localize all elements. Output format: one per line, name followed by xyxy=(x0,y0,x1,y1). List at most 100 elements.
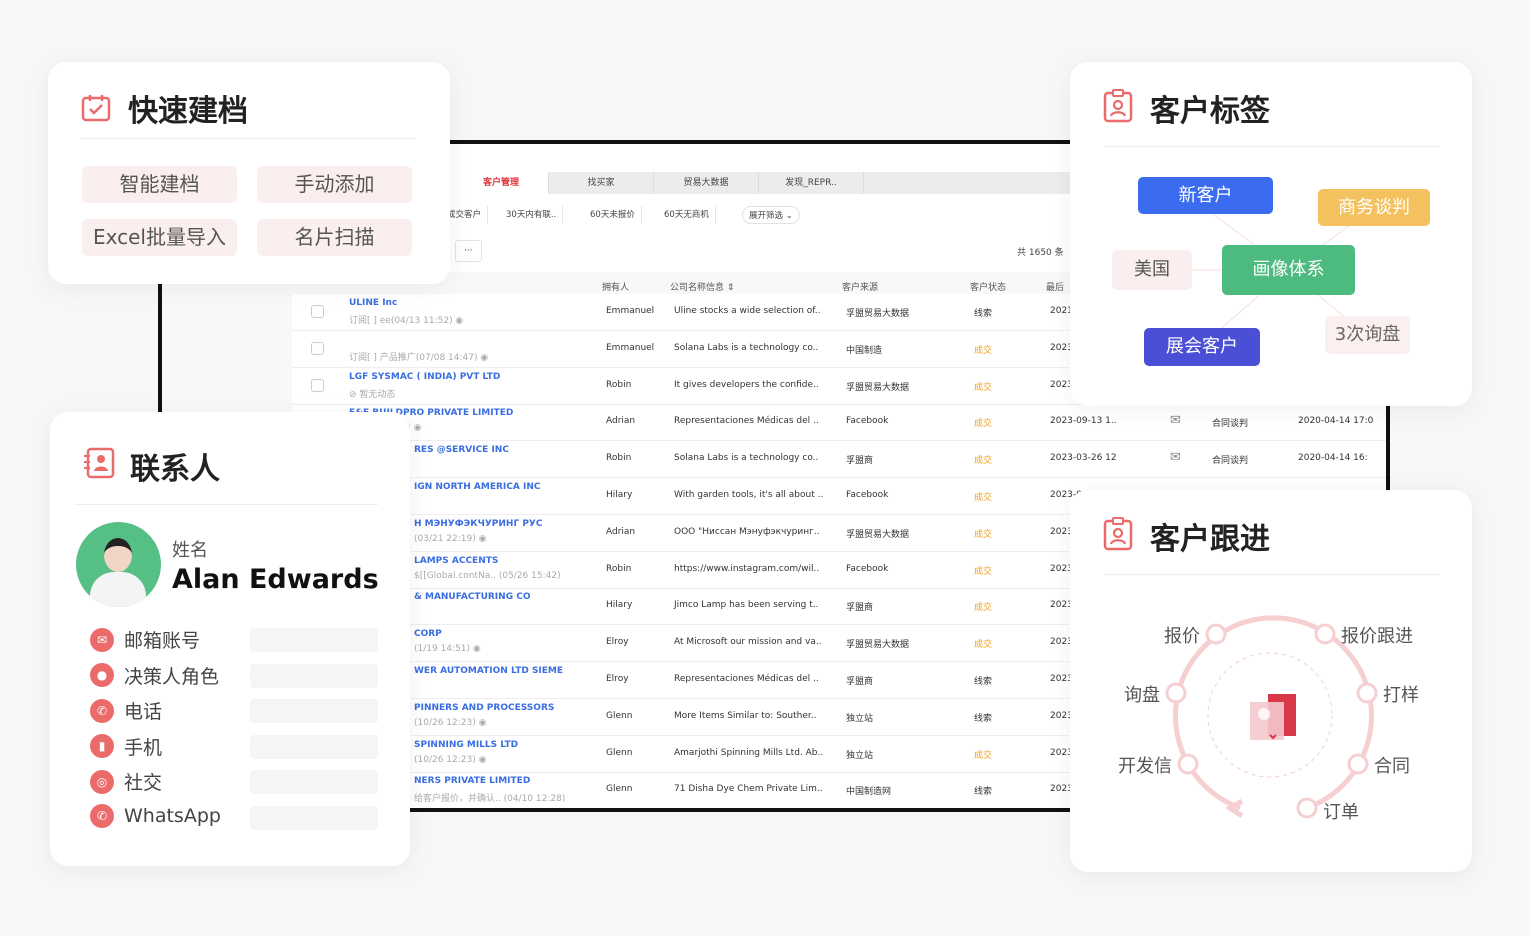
activity-text: 订阅[ ] ee(04/13 11:52) ◉ xyxy=(349,316,464,326)
tag-usa[interactable]: 美国 xyxy=(1112,250,1192,290)
tab-2[interactable]: 贸易大数据 xyxy=(654,172,759,194)
row-checkbox[interactable] xyxy=(311,378,324,392)
last-contact-date: 2023-09-13 1.. xyxy=(1050,416,1117,427)
tab-0[interactable]: 客户管理 xyxy=(454,172,549,194)
field-value-input[interactable] xyxy=(250,699,378,723)
source: Facebook xyxy=(846,490,889,500)
owner: Elroy xyxy=(606,637,629,648)
field-value-input[interactable] xyxy=(250,663,378,688)
card-title: 快速建档 xyxy=(128,94,248,129)
contact-field-2: ✆ 电话 xyxy=(90,697,162,724)
company-name-link[interactable]: RES @SERVICE INC xyxy=(414,445,509,455)
step-label: 报价 xyxy=(1164,626,1200,647)
step-label: 订单 xyxy=(1323,802,1359,823)
company-name-link[interactable]: LGF SYSMAC ( INDIA) PVT LTD xyxy=(349,372,500,382)
company-name-link[interactable]: PINNERS AND PROCESSORS xyxy=(414,703,554,713)
status: 成交 xyxy=(974,640,993,651)
field-label: WhatsApp xyxy=(124,804,221,827)
column-header: 最后 xyxy=(1046,283,1065,293)
company-description: 71 Disha Dye Chem Private Lim.. xyxy=(674,784,823,795)
status: 线索 xyxy=(974,677,993,687)
tag-new-customer[interactable]: 新客户 xyxy=(1138,177,1273,214)
company-name-link[interactable]: WER AUTOMATION LTD SIEME xyxy=(414,666,563,676)
company-description: Representaciones Médicas del .. xyxy=(674,674,819,684)
owner: Elroy xyxy=(606,674,629,684)
filter-chip[interactable]: 30天内有联.. xyxy=(500,206,564,224)
company-name-link[interactable]: & MANUFACTURING CO xyxy=(414,592,530,602)
company-name-link[interactable]: NERS PRIVATE LIMITED xyxy=(414,776,530,786)
activity-text: (10/26 12:23) ◉ xyxy=(414,754,487,765)
tab-3[interactable]: 发现_REPR.. xyxy=(759,172,864,194)
row-checkbox[interactable] xyxy=(311,305,324,318)
company-description: It gives developers the confide.. xyxy=(674,379,819,390)
tag-profile-system[interactable]: 画像体系 xyxy=(1222,245,1355,295)
calendar-check-icon xyxy=(81,95,111,122)
excel-import-button[interactable]: Excel批量导入 xyxy=(82,219,237,256)
source: 孚盟贸易大数据 xyxy=(846,382,910,393)
owner: Emmanuel xyxy=(606,306,655,316)
filter-chip[interactable]: 展开筛选 ⌄ xyxy=(742,206,800,224)
field-value-input[interactable] xyxy=(250,770,378,794)
company-name-link[interactable]: H МЭНУФЭКЧУРИНГ РУС xyxy=(414,519,542,529)
company-description: Jimco Lamp has been serving t.. xyxy=(674,600,819,611)
source: 中国制造网 xyxy=(846,787,892,798)
mail-icon[interactable]: ✉ xyxy=(1170,413,1181,428)
step-label: 询盘 xyxy=(1124,685,1160,706)
source: 孚盟商 xyxy=(846,456,874,467)
contact-field-0: ✉ 邮箱账号 xyxy=(90,626,200,653)
stage-date: 2020-04-14 17:0 xyxy=(1298,416,1374,427)
mail-icon[interactable]: ✉ xyxy=(1170,450,1181,465)
company-name-link[interactable]: SPINNING MILLS LTD xyxy=(414,740,518,750)
tag-negotiation[interactable]: 商务谈判 xyxy=(1318,189,1430,226)
field-value-input[interactable] xyxy=(250,805,378,830)
status: 成交 xyxy=(974,345,993,356)
source: 孚盟贸易大数据 xyxy=(846,529,910,540)
table-row[interactable]: F&F BUILDPRO PRIVATE LIMITED(09/13 17:17… xyxy=(292,404,1386,442)
owner: Hilary xyxy=(606,600,633,611)
contact-field-1: ● 决策人角色 xyxy=(90,662,219,689)
smart-create-button[interactable]: 智能建档 xyxy=(82,166,237,203)
step-node xyxy=(1356,682,1378,704)
card-scan-button[interactable]: 名片扫描 xyxy=(257,219,412,256)
company-description: https://www.instagram.com/wil.. xyxy=(674,563,820,574)
activity-text: $[[Global.contNa.. (05/26 15:42) xyxy=(414,570,561,581)
step-node xyxy=(1165,682,1187,704)
follow-up-card: 客户跟进 报价 报价跟进 询盘 打样 开发信 合同 订单 xyxy=(1070,490,1472,872)
field-label: 决策人角色 xyxy=(124,665,220,688)
step-node xyxy=(1177,753,1199,775)
customer-tags-card: 客户标签 新客户 商务谈判 美国 画像体系 展会客户 3次询盘 xyxy=(1070,62,1472,406)
row-checkbox[interactable] xyxy=(311,341,324,355)
company-description: Amarjothi Spinning Mills Ltd. Ab.. xyxy=(674,747,824,758)
step-node xyxy=(1347,753,1369,775)
status: 成交 xyxy=(974,493,993,503)
step-label: 合同 xyxy=(1374,756,1410,777)
field-label: 社交 xyxy=(124,772,163,794)
whatsapp-icon: ✆ xyxy=(90,803,114,828)
filter-chip[interactable]: 60天未报价 xyxy=(584,206,642,224)
status: 成交 xyxy=(974,750,993,761)
tag-three-inquiries[interactable]: 3次询盘 xyxy=(1325,316,1410,354)
filter-chip[interactable]: 60天无商机 xyxy=(658,206,716,224)
source: 中国制造 xyxy=(846,345,883,356)
company-name-link[interactable]: LAMPS ACCENTS xyxy=(414,556,498,566)
quick-create-card: 快速建档 智能建档 手动添加 Excel批量导入 名片扫描 xyxy=(48,62,450,284)
owner: Emmanuel xyxy=(606,342,655,353)
manual-add-button[interactable]: 手动添加 xyxy=(257,166,412,203)
source: 孚盟商 xyxy=(846,603,874,614)
tab-1[interactable]: 找买家 xyxy=(549,172,654,194)
contact-name: Alan Edwards xyxy=(172,564,379,595)
name-label: 姓名 xyxy=(172,540,208,561)
field-value-input[interactable] xyxy=(250,628,378,652)
company-name-link[interactable]: CORP xyxy=(414,629,442,639)
table-row[interactable]: RES @SERVICE INC Robin Solana Labs is a te… xyxy=(292,441,1386,479)
company-name-link[interactable]: ULINE Inc xyxy=(349,298,397,308)
contact-field-5: ✆ WhatsApp xyxy=(90,803,221,828)
social-icon: ◎ xyxy=(90,769,114,794)
phone-icon: ✆ xyxy=(90,698,114,723)
stage-date: 2020-04-14 16: xyxy=(1298,453,1368,464)
action-button[interactable]: ··· xyxy=(455,240,482,262)
company-name-link[interactable]: IGN NORTH AMERICA INC xyxy=(414,482,540,492)
tag-exhibition-customer[interactable]: 展会客户 xyxy=(1144,328,1260,366)
contact-book-icon xyxy=(84,447,115,479)
field-value-input[interactable] xyxy=(250,734,378,759)
